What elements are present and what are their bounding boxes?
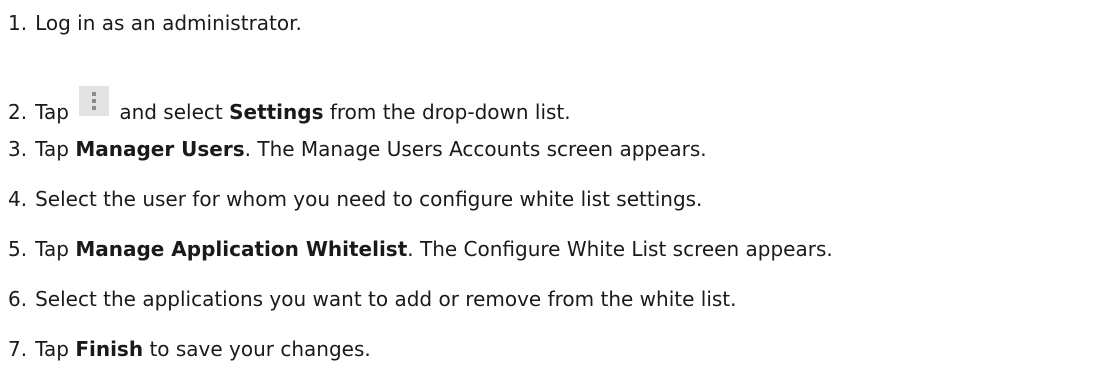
step-2: 2. Tap and select Settings from the drop-…: [8, 86, 571, 125]
step-3: 3. Tap Manager Users. The Manage Users Ac…: [8, 136, 707, 162]
step-text-post: from the drop-down list.: [329, 100, 571, 124]
step-text: Select the user for whom you need to con…: [35, 187, 703, 211]
step-number: 4.: [8, 187, 28, 211]
step-text-pre: Tap: [35, 137, 69, 161]
step-text: Select the applications you want to add …: [35, 287, 737, 311]
step-4: 4. Select the user for whom you need to c…: [8, 186, 702, 212]
step-text-pre: Tap: [35, 337, 69, 361]
step-text-mid: and select: [119, 100, 223, 124]
step-text-post: to save your changes.: [149, 337, 371, 361]
overflow-menu-icon: [79, 86, 110, 116]
step-number: 2.: [8, 100, 28, 124]
step-text-pre: Tap: [35, 100, 69, 124]
step-number: 5.: [8, 237, 28, 261]
step-ui-term: Manager Users: [75, 137, 245, 161]
step-7: 7. Tap Finish to save your changes.: [8, 336, 371, 362]
step-number: 1.: [8, 11, 28, 35]
step-number: 7.: [8, 337, 28, 361]
step-1: 1. Log in as an administrator.: [8, 10, 302, 36]
step-text-post: . The Manage Users Accounts screen appea…: [244, 137, 707, 161]
step-text: Log in as an administrator.: [35, 11, 302, 35]
step-ui-term: Settings: [229, 100, 324, 124]
step-ui-term: Finish: [75, 337, 144, 361]
step-text-pre: Tap: [35, 237, 69, 261]
step-number: 3.: [8, 137, 28, 161]
step-5: 5. Tap Manage Application Whitelist. The …: [8, 236, 833, 262]
step-6: 6. Select the applications you want to ad…: [8, 286, 737, 312]
step-ui-term: Manage Application Whitelist: [75, 237, 408, 261]
step-text-post: . The Configure White List screen appear…: [407, 237, 833, 261]
step-number: 6.: [8, 287, 28, 311]
